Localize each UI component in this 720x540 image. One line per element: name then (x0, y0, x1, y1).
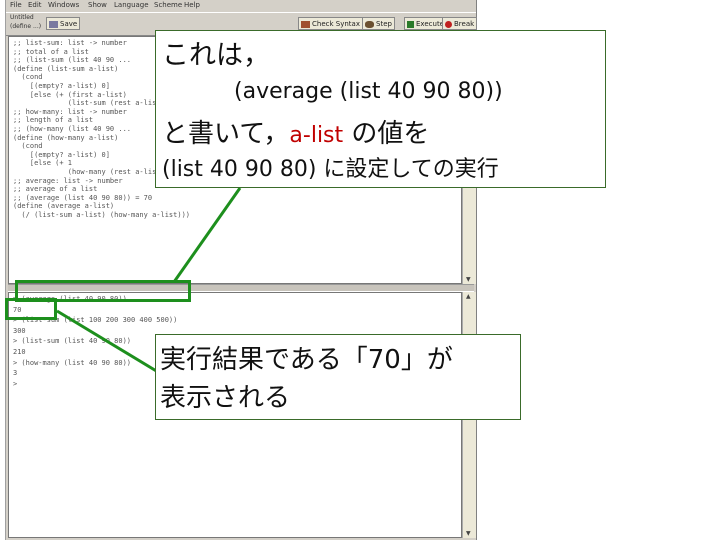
highlight-result-70 (5, 298, 57, 320)
step-button[interactable]: Step (362, 17, 395, 30)
check-syntax-button[interactable]: Check Syntax (298, 17, 363, 30)
save-icon (49, 20, 58, 28)
menu-help[interactable]: Help (184, 1, 200, 9)
execute-icon (407, 20, 414, 28)
callout-text: と書いて， (162, 119, 290, 149)
step-label: Step (376, 20, 392, 28)
code-line: 3 (13, 369, 18, 378)
scroll-down-icon[interactable]: ▼ (466, 530, 471, 537)
menu-file[interactable]: File (10, 1, 22, 9)
check-syntax-icon (301, 20, 310, 28)
menu-show[interactable]: Show (88, 1, 107, 9)
code-line: (define (list-sum a-list) (13, 64, 119, 73)
code-line: ;; length of a list (13, 116, 94, 125)
code-line: (/ (list-sum a-list) (how-many a-list))) (13, 211, 191, 219)
code-line: [else (+ 1 (13, 159, 73, 168)
code-line: ;; (average (list 40 90 80)) = 70 (13, 193, 153, 202)
code-line: > (how-many (list 40 90 80)) (13, 358, 132, 367)
code-line: 210 (13, 348, 26, 356)
callout-line-4: (list 40 90 80) に設定しての実行 (162, 157, 499, 182)
code-line: ;; how-many: list -> number (13, 107, 127, 116)
code-line: > (13, 379, 18, 388)
scroll-down-icon[interactable]: ▼ (466, 276, 471, 283)
code-line: (cond (13, 73, 43, 82)
break-label: Break (454, 20, 475, 28)
code-line: ;; average: list -> number (13, 176, 123, 185)
file-name-label: Untitled (10, 14, 34, 21)
save-button[interactable]: Save (46, 17, 81, 30)
menu-edit[interactable]: Edit (28, 1, 42, 9)
scroll-up-icon[interactable]: ▲ (466, 293, 471, 300)
code-line: [(empty? a-list) 0] (13, 150, 110, 159)
break-button[interactable]: Break (442, 17, 478, 30)
step-icon (365, 20, 374, 28)
code-line: > (list-sum (list 40 90 80)) (13, 337, 132, 346)
code-line: (cond (13, 142, 43, 151)
code-line: [(empty? a-list) 0] (13, 82, 110, 90)
save-label: Save (60, 20, 78, 28)
code-line: 300 (13, 326, 26, 335)
code-line: [else (+ (first a-list) (13, 90, 127, 99)
define-menu[interactable]: (define ...) (10, 23, 41, 30)
result-callout-line-1: 実行結果である「70」が (160, 345, 453, 375)
code-line: ;; list-sum: list -> number (13, 39, 127, 47)
callout-a-list: a-list (289, 123, 344, 148)
result-callout: 実行結果である「70」が 表示される (155, 334, 521, 420)
execute-button[interactable]: Execute (404, 17, 447, 30)
callout-line-2: (average (list 40 90 80)) (234, 79, 503, 104)
code-line: ;; (how-many (list 40 90 ... (13, 125, 132, 133)
callout-line-1: これは， (162, 40, 270, 71)
code-line: (define (average a-list) (13, 202, 115, 211)
code-line: ;; average of a list (13, 185, 98, 194)
code-line: (define (how-many a-list) (13, 133, 119, 142)
check-syntax-label: Check Syntax (312, 20, 360, 28)
menu-language[interactable]: Language (114, 1, 149, 9)
result-callout-line-2: 表示される (160, 383, 291, 413)
menu-bar: File Edit Windows Show Language Scheme H… (6, 0, 476, 12)
menu-windows[interactable]: Windows (48, 1, 79, 9)
break-icon (445, 20, 452, 28)
execute-label: Execute (416, 20, 444, 28)
callout-text: の値を (343, 119, 430, 149)
menu-scheme[interactable]: Scheme (154, 1, 182, 9)
code-line: ;; (list-sum (list 40 90 ... (13, 56, 132, 65)
explanation-callout: これは， (average (list 40 90 80)) と書いて，a-li… (155, 30, 606, 188)
code-line: ;; total of a list (13, 47, 89, 56)
callout-line-3: と書いて，a-list の値を (162, 113, 429, 150)
